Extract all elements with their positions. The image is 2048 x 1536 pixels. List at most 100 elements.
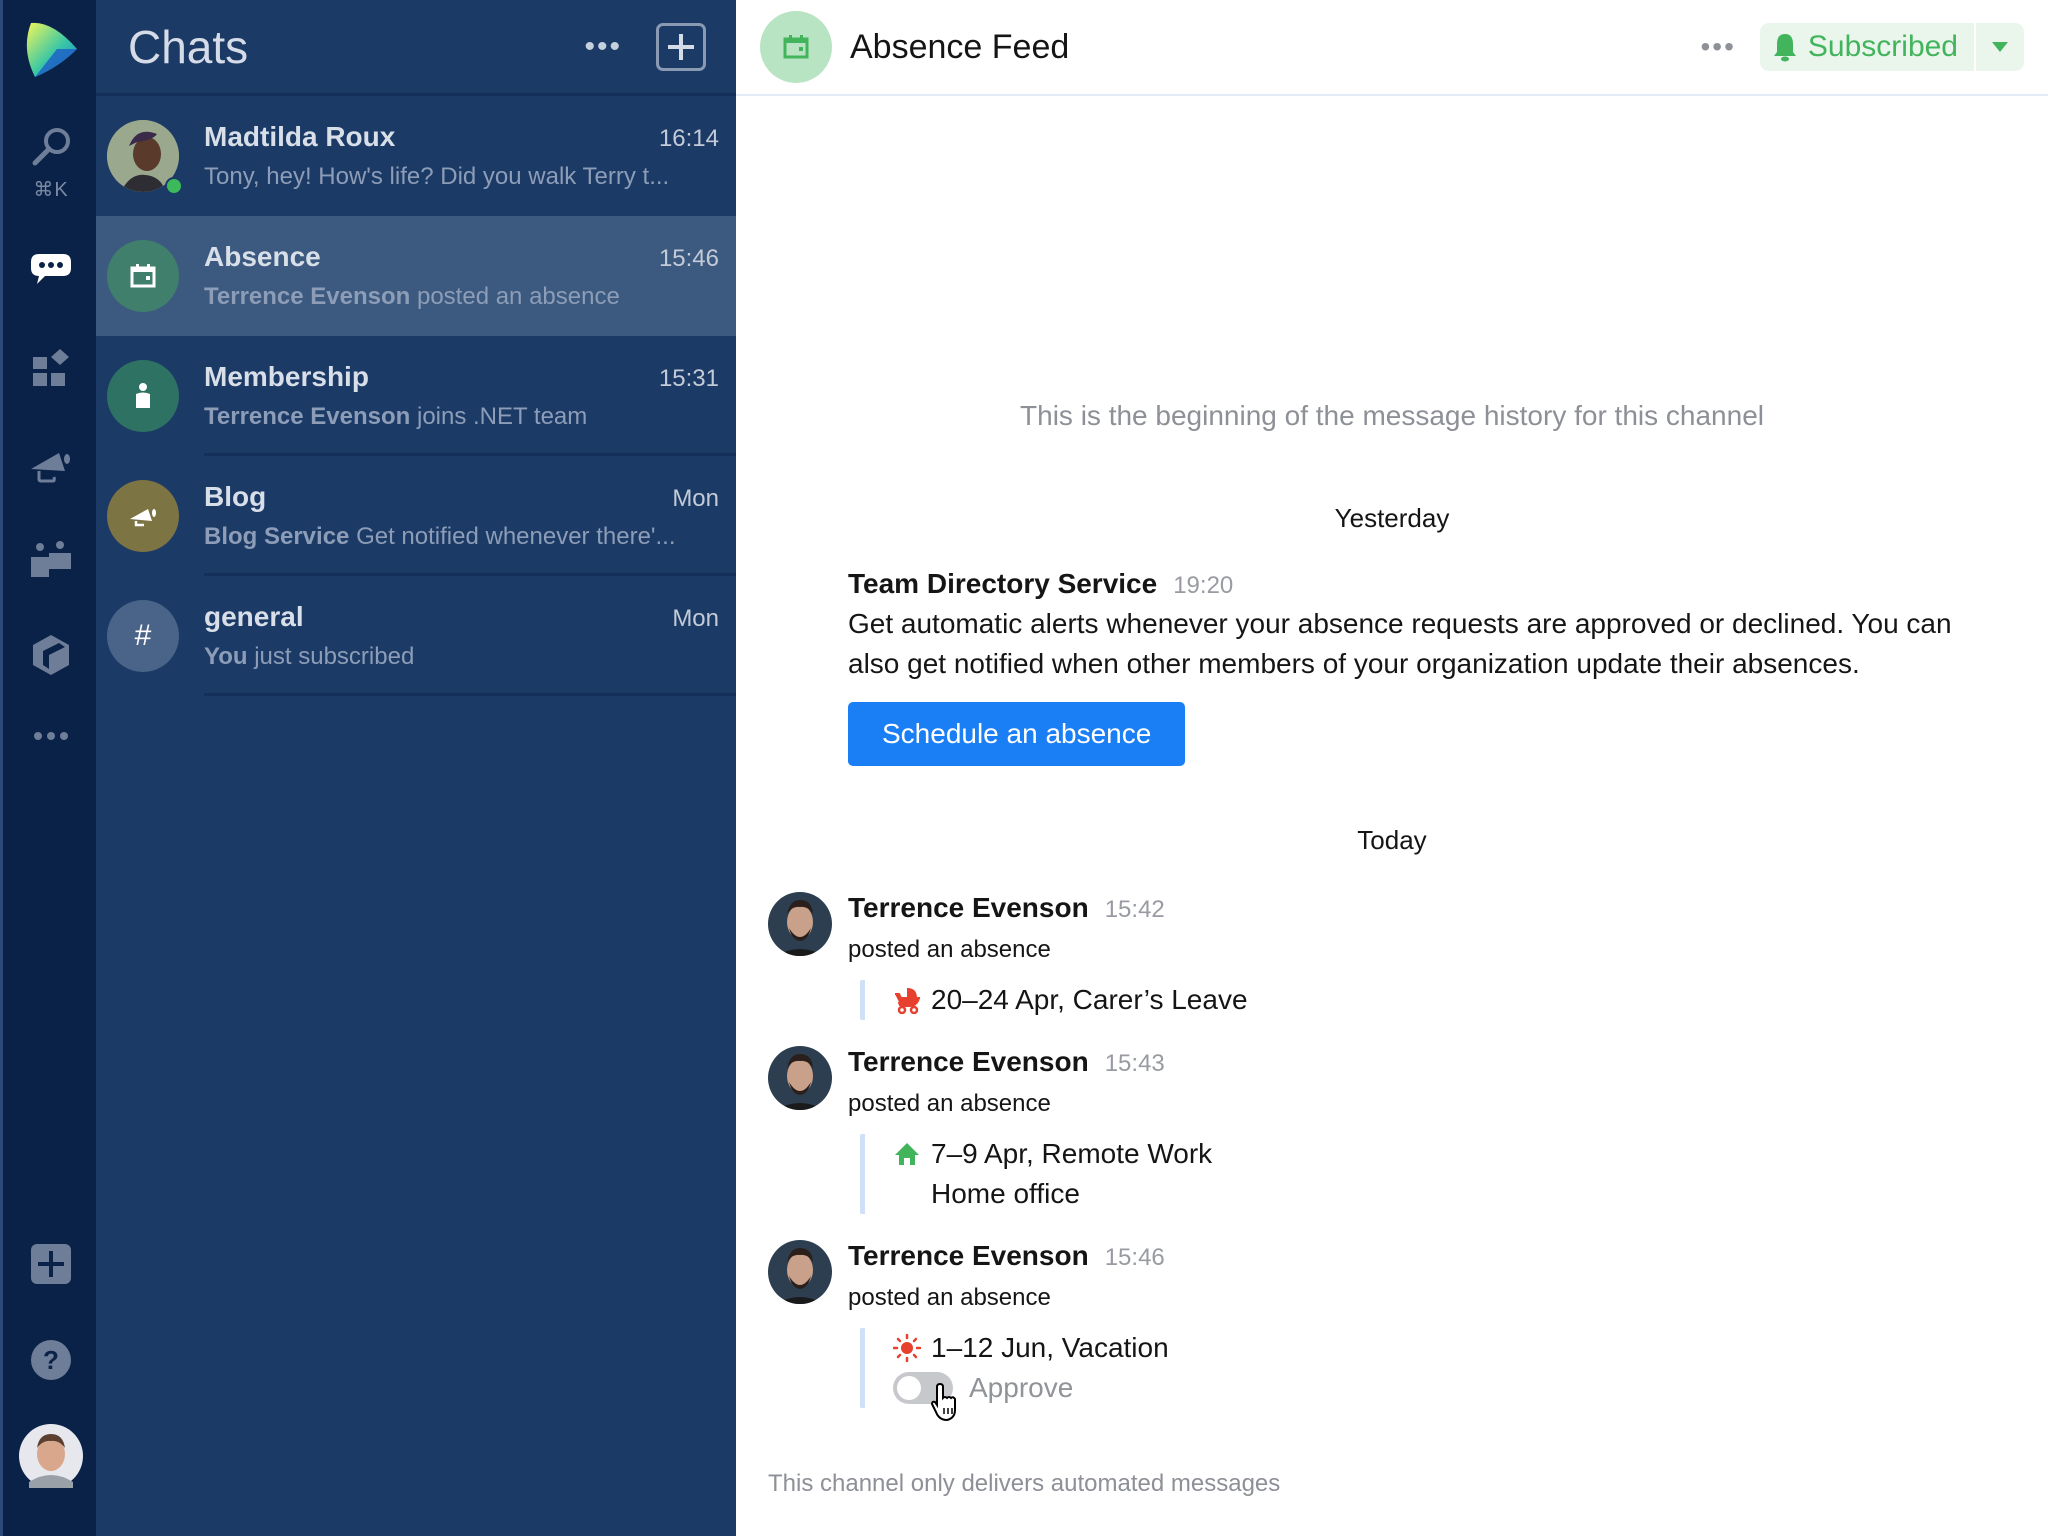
avatar [107,120,183,195]
absence-summary: 7–9 Apr, Remote Work [931,1138,1213,1169]
absence-summary: 20–24 Apr, Carer’s Leave [931,984,1248,1015]
megaphone-icon [130,509,156,527]
stroller-icon [895,988,921,1014]
calendar-icon [130,264,156,288]
history-begin-note: This is the beginning of the message his… [1020,400,1764,431]
sun-icon [893,1334,921,1362]
automated-channel-note: This channel only delivers automated mes… [768,1470,1281,1497]
chat-preview-text: Get notified whenever there'... [349,523,676,550]
chats-title: Chats [128,20,249,73]
message-author: Terrence Evenson [848,1046,1089,1077]
absence-card: 1–12 Jun, Vacation Approve [860,1328,2008,1408]
rail-apps[interactable] [3,342,99,392]
chat-time: Mon [672,605,719,632]
author-avatar[interactable] [768,1240,832,1304]
channel-header: Absence Feed ••• Subscribed [736,0,2048,96]
absence-card: 7–9 Apr, Remote Work Home office [860,1134,2008,1214]
chat-preview-author: Blog Service [204,523,350,550]
calendar-icon [783,35,809,59]
chat-time: 15:46 [658,245,719,272]
app-logo[interactable] [3,14,99,84]
chat-item-blog[interactable]: Blog Mon Blog Service Get notified whene… [96,456,736,576]
absence-card: 20–24 Apr, Carer’s Leave [860,980,2008,1020]
divider [204,693,736,696]
rail-packages[interactable] [3,630,99,680]
chat-item-absence[interactable]: Absence 15:46 Terrence Evenson posted an… [96,216,736,336]
message-author: Terrence Evenson [848,892,1089,923]
chats-more-button[interactable]: ••• [584,30,622,64]
approve-label: Approve [969,1372,1074,1403]
person-icon [136,383,150,408]
rail-more[interactable] [3,722,99,750]
chat-list-panel: Chats ••• Madtilda Roux 16:14 Tony, hey!… [96,0,736,1536]
chat-list-header: Chats ••• [96,0,736,96]
chat-time: Mon [672,485,719,512]
subscription-dropdown-button[interactable] [1976,23,2024,71]
author-photo [768,892,832,956]
chat-preview-text: Tony, hey! How's life? Did you walk Terr… [204,163,670,190]
people-icon [31,541,71,577]
rail-announcements[interactable] [3,438,99,488]
channel-avatar [107,360,179,432]
subscription-control: Subscribed [1759,23,2024,71]
rail-teams[interactable] [3,534,99,584]
new-chat-button[interactable] [656,22,706,71]
chat-preview: Blog Service Get notified whenever there… [204,523,719,551]
message-action: posted an absence [848,1090,1051,1117]
chat-item-membership[interactable]: Membership 15:31 Terrence Evenson joins … [96,336,736,456]
message-action: posted an absence [848,1284,1051,1311]
chat-preview: You just subscribed [204,643,719,671]
author-photo [768,1240,832,1304]
chat-name: Madtilda Roux [204,121,396,152]
help-icon: ? [31,1340,71,1380]
day-separator-today: Today [1357,825,1427,855]
channel-icon [760,11,832,83]
caret-down-icon [1992,42,2008,52]
absence-summary: 1–12 Jun, Vacation [931,1332,1169,1363]
approve-control: Approve [893,1368,2008,1408]
chat-bubble-icon [31,254,71,284]
author-avatar[interactable] [768,1046,832,1110]
absence-message: Terrence Evenson 15:42 posted an absence… [768,892,2008,1020]
chat-preview-author: You [204,643,248,670]
message-time: 15:43 [1104,1050,1165,1077]
chat-name: Blog [204,481,267,512]
message-time: 15:42 [1104,896,1165,923]
profile-avatar[interactable] [3,1424,99,1488]
rail-help[interactable]: ? [3,1338,99,1382]
chat-preview: Tony, hey! How's life? Did you walk Terr… [204,163,719,191]
megaphone-icon [31,453,70,483]
chat-name: Membership [204,361,369,392]
schedule-absence-button[interactable]: Schedule an absence [848,702,1186,766]
channel-avatar: # [107,600,179,672]
subscribed-button[interactable]: Subscribed [1760,23,1976,71]
plus-icon [668,33,694,60]
chat-preview: Terrence Evenson joins .NET team [204,403,719,431]
channel-more-button[interactable]: ••• [1700,31,1735,63]
message-author: Terrence Evenson [848,1240,1089,1271]
absence-message: Terrence Evenson 15:46 posted an absence… [768,1240,2008,1408]
hash-icon: # [134,619,152,652]
online-status-dot [165,177,183,195]
channel-avatar [107,480,179,552]
day-separator-yesterday: Yesterday [1334,503,1450,533]
chat-item-general[interactable]: # general Mon You just subscribed [96,576,736,696]
chat-item-madtilda-roux[interactable]: Madtilda Roux 16:14 Tony, hey! How's lif… [96,96,736,216]
service-message: Team Directory Service 19:20 Get automat… [848,568,2008,766]
chat-preview-text: posted an absence [410,283,620,310]
search-icon [32,127,70,165]
channel-view: Absence Feed ••• Subscribed This is the … [736,0,2048,1536]
home-icon [895,1143,919,1165]
rail-add[interactable] [3,1242,99,1286]
channel-title: Absence Feed [850,27,1070,66]
svg-text:?: ? [43,1345,59,1375]
rail-search[interactable]: ⌘K [3,118,99,208]
rail-chats[interactable] [3,250,99,290]
icon-rail: ⌘K ? [0,0,96,1536]
subscribed-label: Subscribed [1807,30,1958,63]
chat-name: Absence [204,241,321,272]
author-avatar[interactable] [768,892,832,956]
message-action: posted an absence [848,936,1051,963]
hand-cursor-icon [930,1382,956,1422]
search-shortcut: ⌘K [33,178,69,201]
